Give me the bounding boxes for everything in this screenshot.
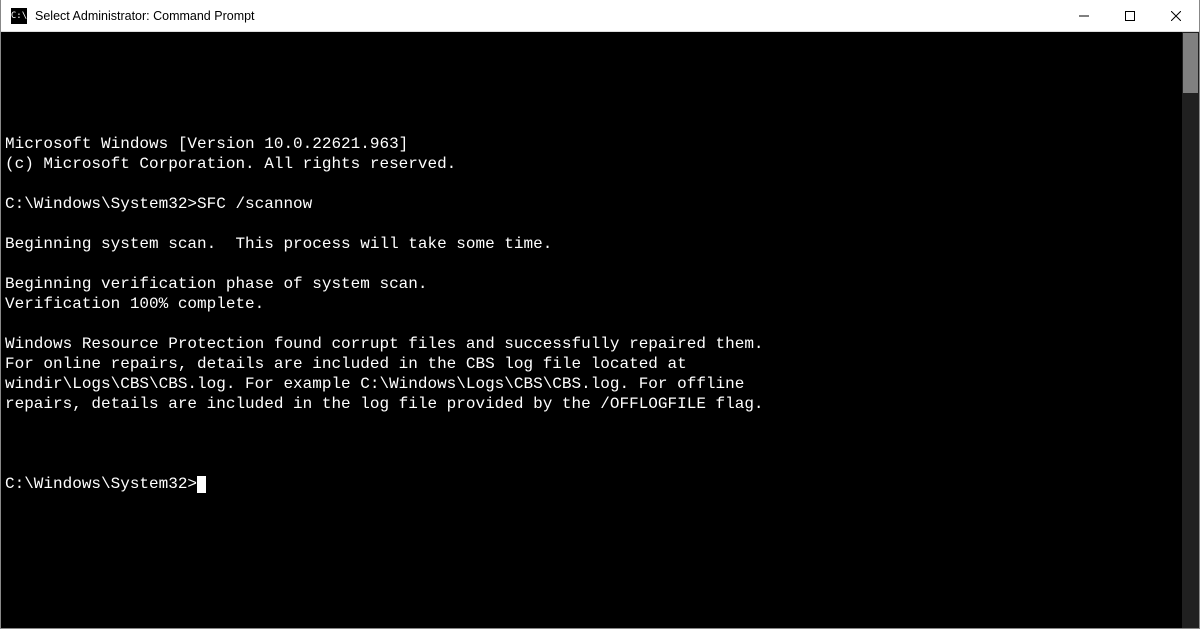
terminal-line	[5, 254, 1178, 274]
close-button[interactable]	[1153, 0, 1199, 31]
terminal-line	[5, 314, 1178, 334]
terminal-line	[5, 214, 1178, 234]
terminal-line	[5, 174, 1178, 194]
cursor	[197, 476, 206, 493]
close-icon	[1171, 11, 1181, 21]
titlebar[interactable]: C:\ Select Administrator: Command Prompt	[1, 0, 1199, 32]
terminal-line: repairs, details are included in the log…	[5, 394, 1178, 414]
terminal-line: For online repairs, details are included…	[5, 354, 1178, 374]
terminal-prompt: C:\Windows\System32>	[5, 475, 197, 493]
terminal-line: (c) Microsoft Corporation. All rights re…	[5, 154, 1178, 174]
terminal-content: Microsoft Windows [Version 10.0.22621.96…	[5, 94, 1178, 534]
terminal-line: C:\Windows\System32>SFC /scannow	[5, 194, 1178, 214]
window-controls	[1061, 0, 1199, 31]
terminal-line: Microsoft Windows [Version 10.0.22621.96…	[5, 134, 1178, 154]
scrollbar-track[interactable]	[1182, 32, 1199, 628]
cmd-icon: C:\	[11, 8, 27, 24]
maximize-icon	[1125, 11, 1135, 21]
terminal-area[interactable]: Microsoft Windows [Version 10.0.22621.96…	[1, 32, 1199, 628]
terminal-line: Beginning system scan. This process will…	[5, 234, 1178, 254]
minimize-icon	[1079, 11, 1089, 21]
terminal-line: Beginning verification phase of system s…	[5, 274, 1178, 294]
minimize-button[interactable]	[1061, 0, 1107, 31]
maximize-button[interactable]	[1107, 0, 1153, 31]
terminal-line: Windows Resource Protection found corrup…	[5, 334, 1178, 354]
terminal-line: Verification 100% complete.	[5, 294, 1178, 314]
terminal-line	[5, 414, 1178, 434]
window-title: Select Administrator: Command Prompt	[35, 9, 255, 23]
terminal-line: windir\Logs\CBS\CBS.log. For example C:\…	[5, 374, 1178, 394]
scrollbar-thumb[interactable]	[1183, 33, 1198, 93]
command-prompt-window: C:\ Select Administrator: Command Prompt	[0, 0, 1200, 629]
terminal-prompt-line: C:\Windows\System32>	[5, 474, 1178, 494]
